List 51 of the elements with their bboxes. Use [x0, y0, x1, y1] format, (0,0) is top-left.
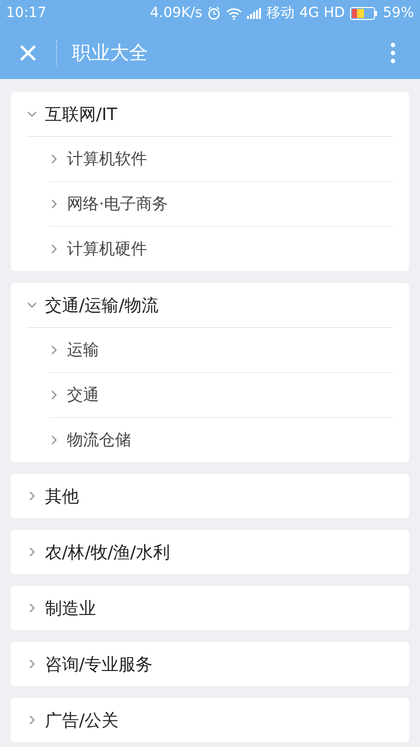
wifi-icon — [226, 6, 242, 20]
subcategory-label: 计算机软件 — [67, 148, 147, 170]
subcategory-label: 物流仓储 — [67, 430, 131, 450]
category-label: 广告/公关 — [45, 710, 119, 732]
chevron-right-icon — [49, 154, 59, 164]
chevron-down-icon — [27, 300, 37, 310]
chevron-right-icon — [49, 345, 59, 355]
alarm-icon — [207, 6, 222, 20]
carrier-name: 移动 — [266, 4, 294, 22]
chevron-right-icon — [49, 199, 59, 209]
subcategory-label: 网络·电子商务 — [67, 194, 168, 214]
battery-percent: 59% — [382, 5, 414, 21]
subcategory-label: 运输 — [67, 340, 99, 360]
subcategory-item[interactable]: 运输 — [49, 328, 393, 372]
category-label: 农/林/牧/渔/水利 — [45, 542, 170, 564]
category-item[interactable]: 广告/公关 — [27, 698, 393, 742]
subcategory-item[interactable]: 网络·电子商务 — [49, 181, 393, 226]
signal-icon — [247, 8, 262, 18]
chevron-right-icon — [27, 547, 37, 557]
subcategory-item[interactable]: 交通 — [49, 372, 393, 417]
category-item[interactable]: 其他 — [27, 474, 393, 518]
chevron-right-icon — [49, 435, 59, 445]
network-speed: 4.09K/s — [150, 5, 202, 21]
subcategory-item[interactable]: 物流仓储 — [49, 417, 393, 462]
subcategory-item[interactable]: 计算机软件 — [49, 137, 393, 181]
chevron-right-icon — [27, 491, 37, 501]
close-icon — [18, 42, 38, 62]
category-item[interactable]: 咨询/专业服务 — [27, 642, 393, 686]
chevron-down-icon — [27, 109, 37, 119]
category-item[interactable]: 互联网/IT — [27, 92, 393, 137]
chevron-right-icon — [27, 715, 37, 725]
subcategory-label: 交通 — [67, 384, 99, 406]
network-type: 4G HD — [299, 5, 345, 21]
category-label: 交通/运输/物流 — [45, 294, 158, 316]
category-item[interactable]: 农/林/牧/渔/水利 — [27, 530, 393, 574]
chevron-right-icon — [49, 390, 59, 400]
category-item[interactable]: 交通/运输/物流 — [27, 283, 393, 328]
category-label: 互联网/IT — [45, 104, 118, 126]
category-item[interactable]: 制造业 — [27, 586, 393, 630]
subcategory-label: 计算机硬件 — [67, 238, 147, 260]
category-label: 其他 — [45, 486, 79, 508]
more-icon — [390, 42, 396, 64]
battery-icon — [350, 6, 378, 20]
status-time: 10:17 — [6, 5, 46, 21]
category-label: 咨询/专业服务 — [45, 654, 153, 676]
page-title: 职业大全 — [72, 40, 149, 66]
category-label: 制造业 — [45, 598, 96, 620]
chevron-right-icon — [49, 244, 59, 254]
chevron-right-icon — [27, 659, 37, 669]
subcategory-item[interactable]: 计算机硬件 — [49, 226, 393, 271]
chevron-right-icon — [27, 603, 37, 613]
